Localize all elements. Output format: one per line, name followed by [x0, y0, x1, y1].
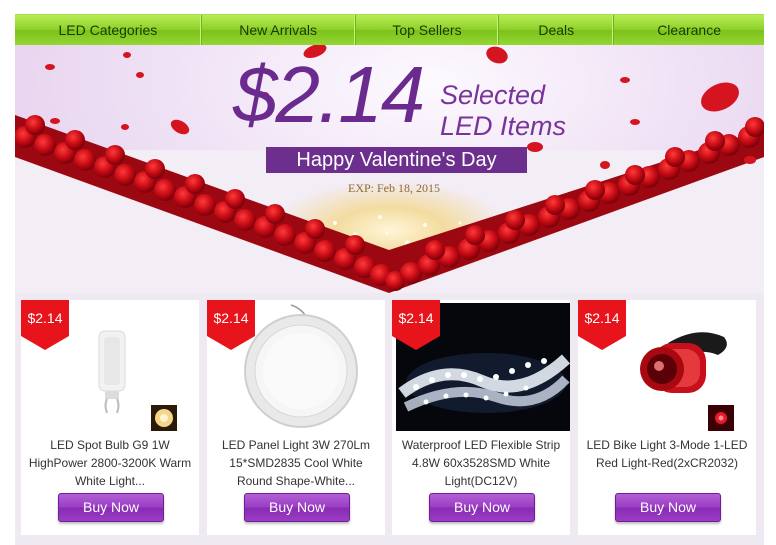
promo-expiry: EXP: Feb 18, 2015 [348, 181, 441, 195]
valentine-ribbon: Happy Valentine's Day [266, 147, 527, 173]
product-card: $2.14 LED Spot Bulb G9 1W HighPower 2800… [21, 300, 199, 535]
warm-white-swatch-icon [151, 405, 177, 431]
promo-led-items-text: LED Items [440, 111, 567, 141]
nav-led-categories[interactable]: LED Categories [15, 15, 202, 45]
price-badge: $2.14 [207, 300, 255, 350]
nav-new-arrivals[interactable]: New Arrivals [202, 15, 356, 45]
product-title[interactable]: LED Spot Bulb G9 1W HighPower 2800-3200K… [27, 436, 193, 490]
red-light-swatch-icon [708, 405, 734, 431]
product-card: $2.14 LED Panel Light 3W 270Lm 15*SMD283… [207, 300, 385, 535]
price-badge: $2.14 [578, 300, 626, 350]
nav-deals[interactable]: Deals [499, 15, 615, 45]
valentine-promo-banner[interactable]: $2.14 Selected LED Items Happy Valentine… [15, 45, 764, 293]
buy-now-button[interactable]: Buy Now [58, 493, 164, 522]
buy-now-button[interactable]: Buy Now [429, 493, 535, 522]
top-cutoff-strip [0, 0, 776, 14]
price-badge: $2.14 [21, 300, 69, 350]
nav-top-sellers[interactable]: Top Sellers [356, 15, 500, 45]
product-title[interactable]: LED Panel Light 3W 270Lm 15*SMD2835 Cool… [213, 436, 379, 490]
price-badge: $2.14 [392, 300, 440, 350]
nav-clearance[interactable]: Clearance [614, 15, 764, 45]
category-nav-bar: LED Categories New Arrivals Top Sellers … [15, 14, 764, 46]
product-title[interactable]: Waterproof LED Flexible Strip 4.8W 60x35… [398, 436, 564, 490]
product-card: $2.14 LED Bike Light 3-Mode 1-LED Red Li… [578, 300, 756, 535]
buy-now-button[interactable]: Buy Now [244, 493, 350, 522]
promo-selected-text: Selected [440, 80, 546, 110]
product-title[interactable]: LED Bike Light 3-Mode 1-LED Red Light-Re… [584, 436, 750, 490]
product-grid: $2.14 LED Spot Bulb G9 1W HighPower 2800… [15, 293, 764, 545]
buy-now-button[interactable]: Buy Now [615, 493, 721, 522]
promo-price: $2.14 [233, 50, 425, 139]
product-card: $2.14 Waterproof LED Flexible Strip 4.8W… [392, 300, 570, 535]
